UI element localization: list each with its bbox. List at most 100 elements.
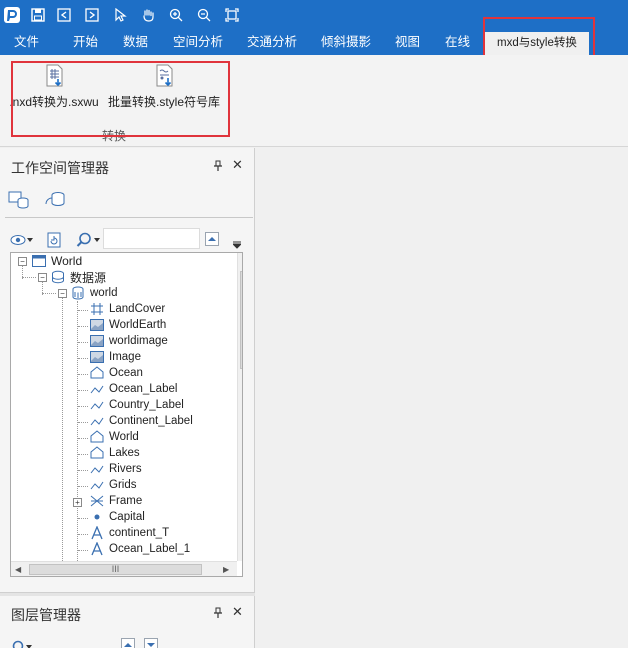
tree-node-datasource-world[interactable]: world [71, 285, 117, 301]
tree-node-label: World [51, 254, 83, 268]
toolbar-more-icon[interactable] [232, 240, 242, 250]
dataset-label: Image [109, 351, 141, 363]
highlight-box-ribbon [11, 61, 230, 137]
tree-node-datasources[interactable]: 数据源 [51, 269, 106, 285]
menu-data[interactable]: 数据 [123, 30, 148, 55]
image-icon [90, 350, 104, 364]
scroll-down-icon[interactable]: ▼ [241, 548, 242, 557]
dataset-label: Lakes [109, 447, 140, 459]
tree-node-label: world [90, 287, 118, 299]
layer-move-down-icon[interactable] [144, 638, 158, 648]
dataset-label: Grids [109, 479, 137, 491]
tree-horizontal-scrollbar[interactable]: ◀ III ▶ [11, 561, 237, 576]
menu-start[interactable]: 开始 [73, 30, 98, 55]
line-icon [90, 398, 104, 412]
tree-node-dataset[interactable]: LandCover [90, 301, 165, 317]
tree-node-dataset[interactable]: WorldEarth [90, 317, 166, 333]
collapse-datasource-button[interactable]: − [58, 289, 67, 298]
tree-node-dataset[interactable]: Country_Label [90, 397, 184, 413]
close-icon[interactable]: ✕ [232, 157, 243, 173]
back-icon[interactable] [54, 5, 74, 25]
network-icon [90, 494, 104, 508]
tree-node-dataset[interactable]: Grids [90, 477, 136, 493]
scroll-grip: ≡ [241, 312, 242, 323]
forward-icon[interactable] [82, 5, 102, 25]
zoom-in-icon[interactable] [166, 5, 186, 25]
tree-vertical-scrollbar[interactable]: ▲ ≡ ▼ [237, 253, 242, 561]
layer-search-dropdown[interactable] [10, 636, 34, 648]
layer-move-up-icon[interactable] [121, 638, 135, 648]
dataset-label: worldimage [109, 335, 168, 347]
collapse-root-button[interactable]: − [18, 257, 27, 266]
save-icon[interactable] [28, 5, 48, 25]
datasources-icon [51, 270, 65, 284]
dataset-label: World [109, 431, 139, 443]
tree-node-dataset[interactable]: Ocean_Label_1 [90, 541, 190, 557]
app-logo-icon[interactable] [2, 5, 22, 25]
region-icon [90, 366, 104, 380]
menu-view[interactable]: 视图 [395, 30, 420, 55]
dataset-label: Continent_Label [109, 415, 193, 427]
map-content-area[interactable] [256, 147, 628, 648]
tree-node-dataset[interactable]: Rivers [90, 461, 142, 477]
vertical-scroll-thumb[interactable]: ≡ [240, 271, 242, 369]
scroll-left-icon[interactable]: ◀ [15, 565, 21, 574]
tree-node-dataset[interactable]: Ocean [90, 365, 143, 381]
tree-node-workspace[interactable]: World [32, 253, 82, 269]
collapse-datasources-button[interactable]: − [38, 273, 47, 282]
dataset-label: Rivers [109, 463, 142, 475]
line-icon [90, 414, 104, 428]
tree-node-dataset[interactable]: continent_T [90, 525, 169, 541]
dataset-label: LandCover [109, 303, 166, 315]
menu-traffic-analysis[interactable]: 交通分析 [247, 30, 297, 55]
tree-node-dataset[interactable]: Ocean_Label [90, 381, 177, 397]
image-icon [90, 318, 104, 332]
tree-node-dataset[interactable]: Image [90, 349, 141, 365]
line-icon [90, 382, 104, 396]
menu-file[interactable]: 文件 [14, 30, 39, 55]
workspace-icon [32, 254, 46, 268]
menu-spatial-analysis[interactable]: 空间分析 [173, 30, 223, 55]
scroll-right-icon[interactable]: ▶ [223, 565, 229, 574]
dataset-label: Frame [109, 495, 143, 507]
layer-manager-title: 图层管理器 [11, 607, 81, 623]
workspace-manager-title: 工作空间管理器 [11, 160, 109, 176]
menu-online[interactable]: 在线 [445, 30, 470, 55]
refresh-document-icon[interactable] [46, 230, 62, 250]
layer-pin-icon[interactable] [213, 607, 223, 622]
line-icon [90, 478, 104, 492]
dataset-label: Ocean_Label_1 [109, 543, 191, 555]
tab-divider [5, 217, 253, 218]
view-dropdown-button[interactable] [10, 230, 34, 250]
tree-node-dataset[interactable]: Lakes [90, 445, 140, 461]
expand-frame-button[interactable]: + [73, 498, 82, 507]
search-up-icon[interactable] [205, 232, 219, 246]
dataset-label: Ocean [109, 367, 143, 379]
pan-hand-icon[interactable] [138, 5, 158, 25]
pin-icon[interactable] [213, 160, 223, 175]
scroll-up-icon[interactable]: ▲ [241, 256, 242, 265]
zoom-out-icon[interactable] [194, 5, 214, 25]
horizontal-scroll-thumb[interactable]: III [29, 564, 202, 575]
tree-node-dataset[interactable]: Continent_Label [90, 413, 193, 429]
point-icon [90, 510, 104, 524]
region-icon [90, 446, 104, 460]
dataset-label: Country_Label [109, 399, 184, 411]
dataset-label: Capital [109, 511, 145, 523]
tree-node-dataset[interactable]: worldimage [90, 333, 168, 349]
select-arrow-icon[interactable] [110, 5, 130, 25]
menu-oblique-photography[interactable]: 倾斜摄影 [321, 30, 371, 55]
full-extent-icon[interactable] [222, 5, 242, 25]
tree-node-dataset[interactable]: World [90, 429, 139, 445]
resource-tab-icon[interactable] [44, 190, 66, 210]
tree-node-dataset[interactable]: Capital [90, 509, 145, 525]
hscroll-grip: III [111, 564, 120, 574]
layer-close-icon[interactable]: ✕ [232, 604, 243, 620]
text-icon [90, 542, 104, 556]
dataset-label: Ocean_Label [109, 383, 178, 395]
search-dropdown-button[interactable] [76, 230, 102, 250]
tree-node-dataset[interactable]: Frame [90, 493, 142, 509]
workspace-tab-icon[interactable] [8, 190, 30, 210]
grid-icon [90, 302, 104, 316]
search-input[interactable] [103, 228, 200, 249]
